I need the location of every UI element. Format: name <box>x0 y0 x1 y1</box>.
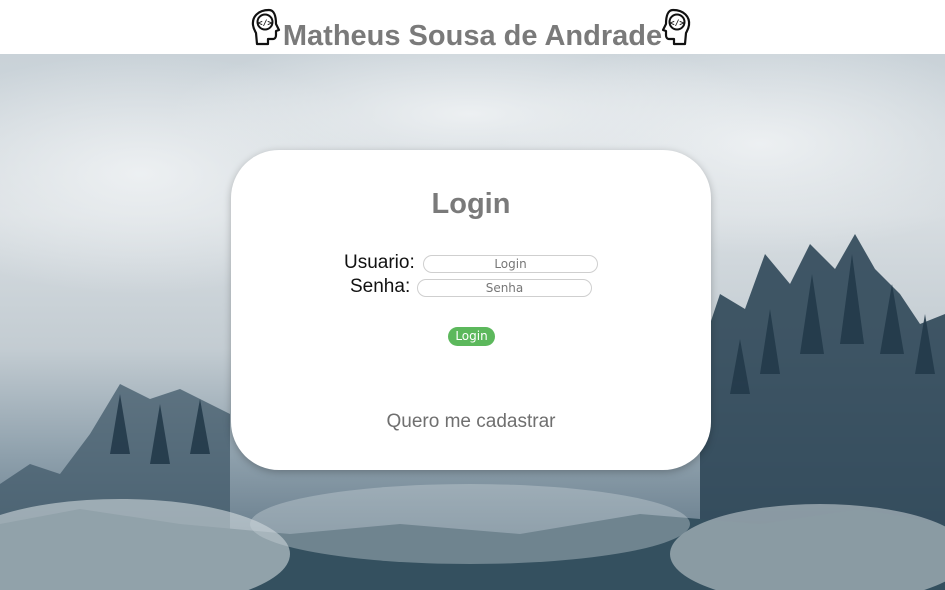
site-header: </> Matheus Sousa de Andrade </> <box>0 0 945 54</box>
developer-head-icon: </> <box>661 8 691 46</box>
site-title: Matheus Sousa de Andrade <box>282 20 663 52</box>
svg-text:</>: </> <box>670 19 685 28</box>
login-button[interactable]: Login <box>448 327 495 346</box>
register-link[interactable]: Quero me cadastrar <box>231 411 711 433</box>
login-title: Login <box>431 188 511 220</box>
login-card: Login Usuario: Senha: Login Quero me cad… <box>231 150 711 470</box>
username-label: Usuario: <box>344 252 415 273</box>
password-label: Senha: <box>350 276 411 297</box>
username-input[interactable] <box>423 255 598 273</box>
password-input[interactable] <box>417 279 592 297</box>
